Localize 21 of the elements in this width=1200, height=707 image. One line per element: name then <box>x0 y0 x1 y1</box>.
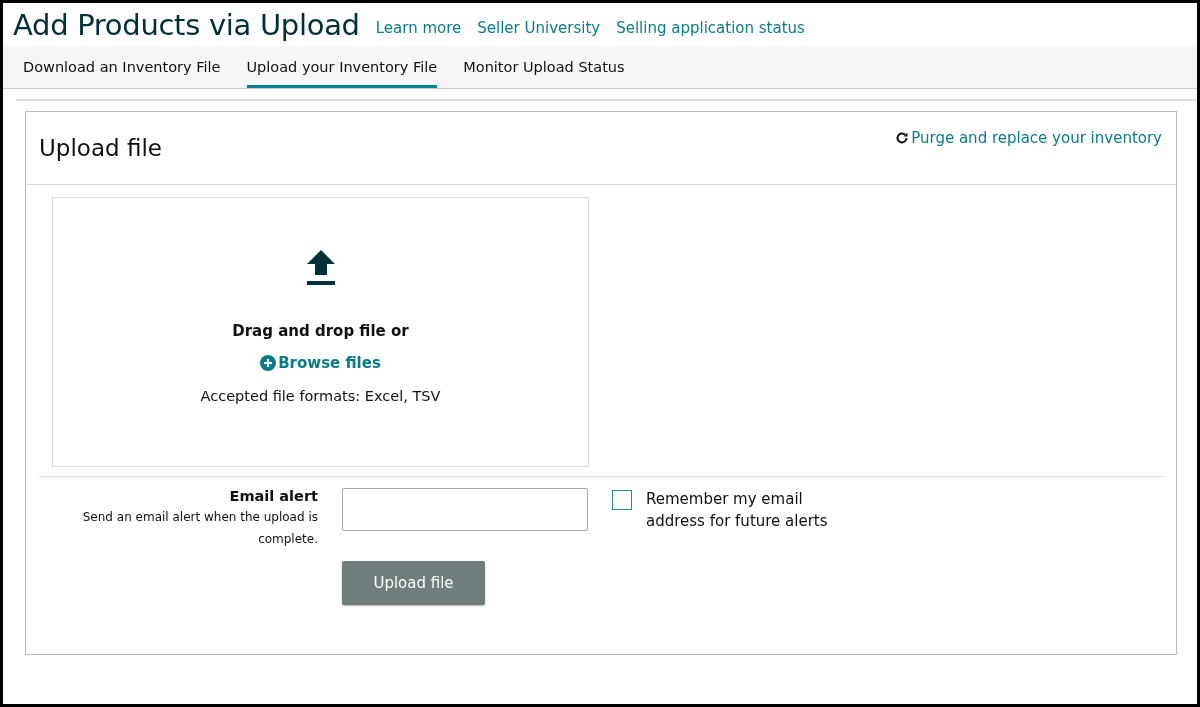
remember-email-label: Remember my email address for future alerts <box>646 489 829 532</box>
tab[interactable]: Download an Inventory File <box>23 46 221 88</box>
email-alert-label: Email alert <box>229 488 318 504</box>
drop-prompt: Drag and drop file or <box>232 322 409 340</box>
tab[interactable]: Upload your Inventory File <box>246 46 438 88</box>
header-link[interactable]: Selling application status <box>616 19 805 37</box>
card-title: Upload file <box>39 135 162 161</box>
refresh-icon <box>895 131 910 145</box>
browse-files-link[interactable]: Browse files <box>260 354 381 372</box>
accepted-formats-text: Accepted file formats: Excel, TSV <box>200 388 441 404</box>
remember-checkbox[interactable] <box>612 490 632 510</box>
header-link[interactable]: Learn more <box>375 19 462 37</box>
upload-icon <box>305 250 336 286</box>
purge-link[interactable]: Purge and replace your inventory <box>895 128 1162 148</box>
drop-zone[interactable]: Drag and drop file or Browse files Accepted file formats: Excel, TSV <box>52 197 589 467</box>
tab[interactable]: Monitor Upload Status <box>463 46 625 88</box>
page-title: Add Products via Upload <box>13 8 360 42</box>
plus-circle-icon <box>260 355 277 371</box>
email-alert-help-text: Send an email alert when the upload is complete. <box>81 509 318 548</box>
header-link[interactable]: Seller University <box>477 19 601 37</box>
email-input-field[interactable] <box>342 488 588 531</box>
